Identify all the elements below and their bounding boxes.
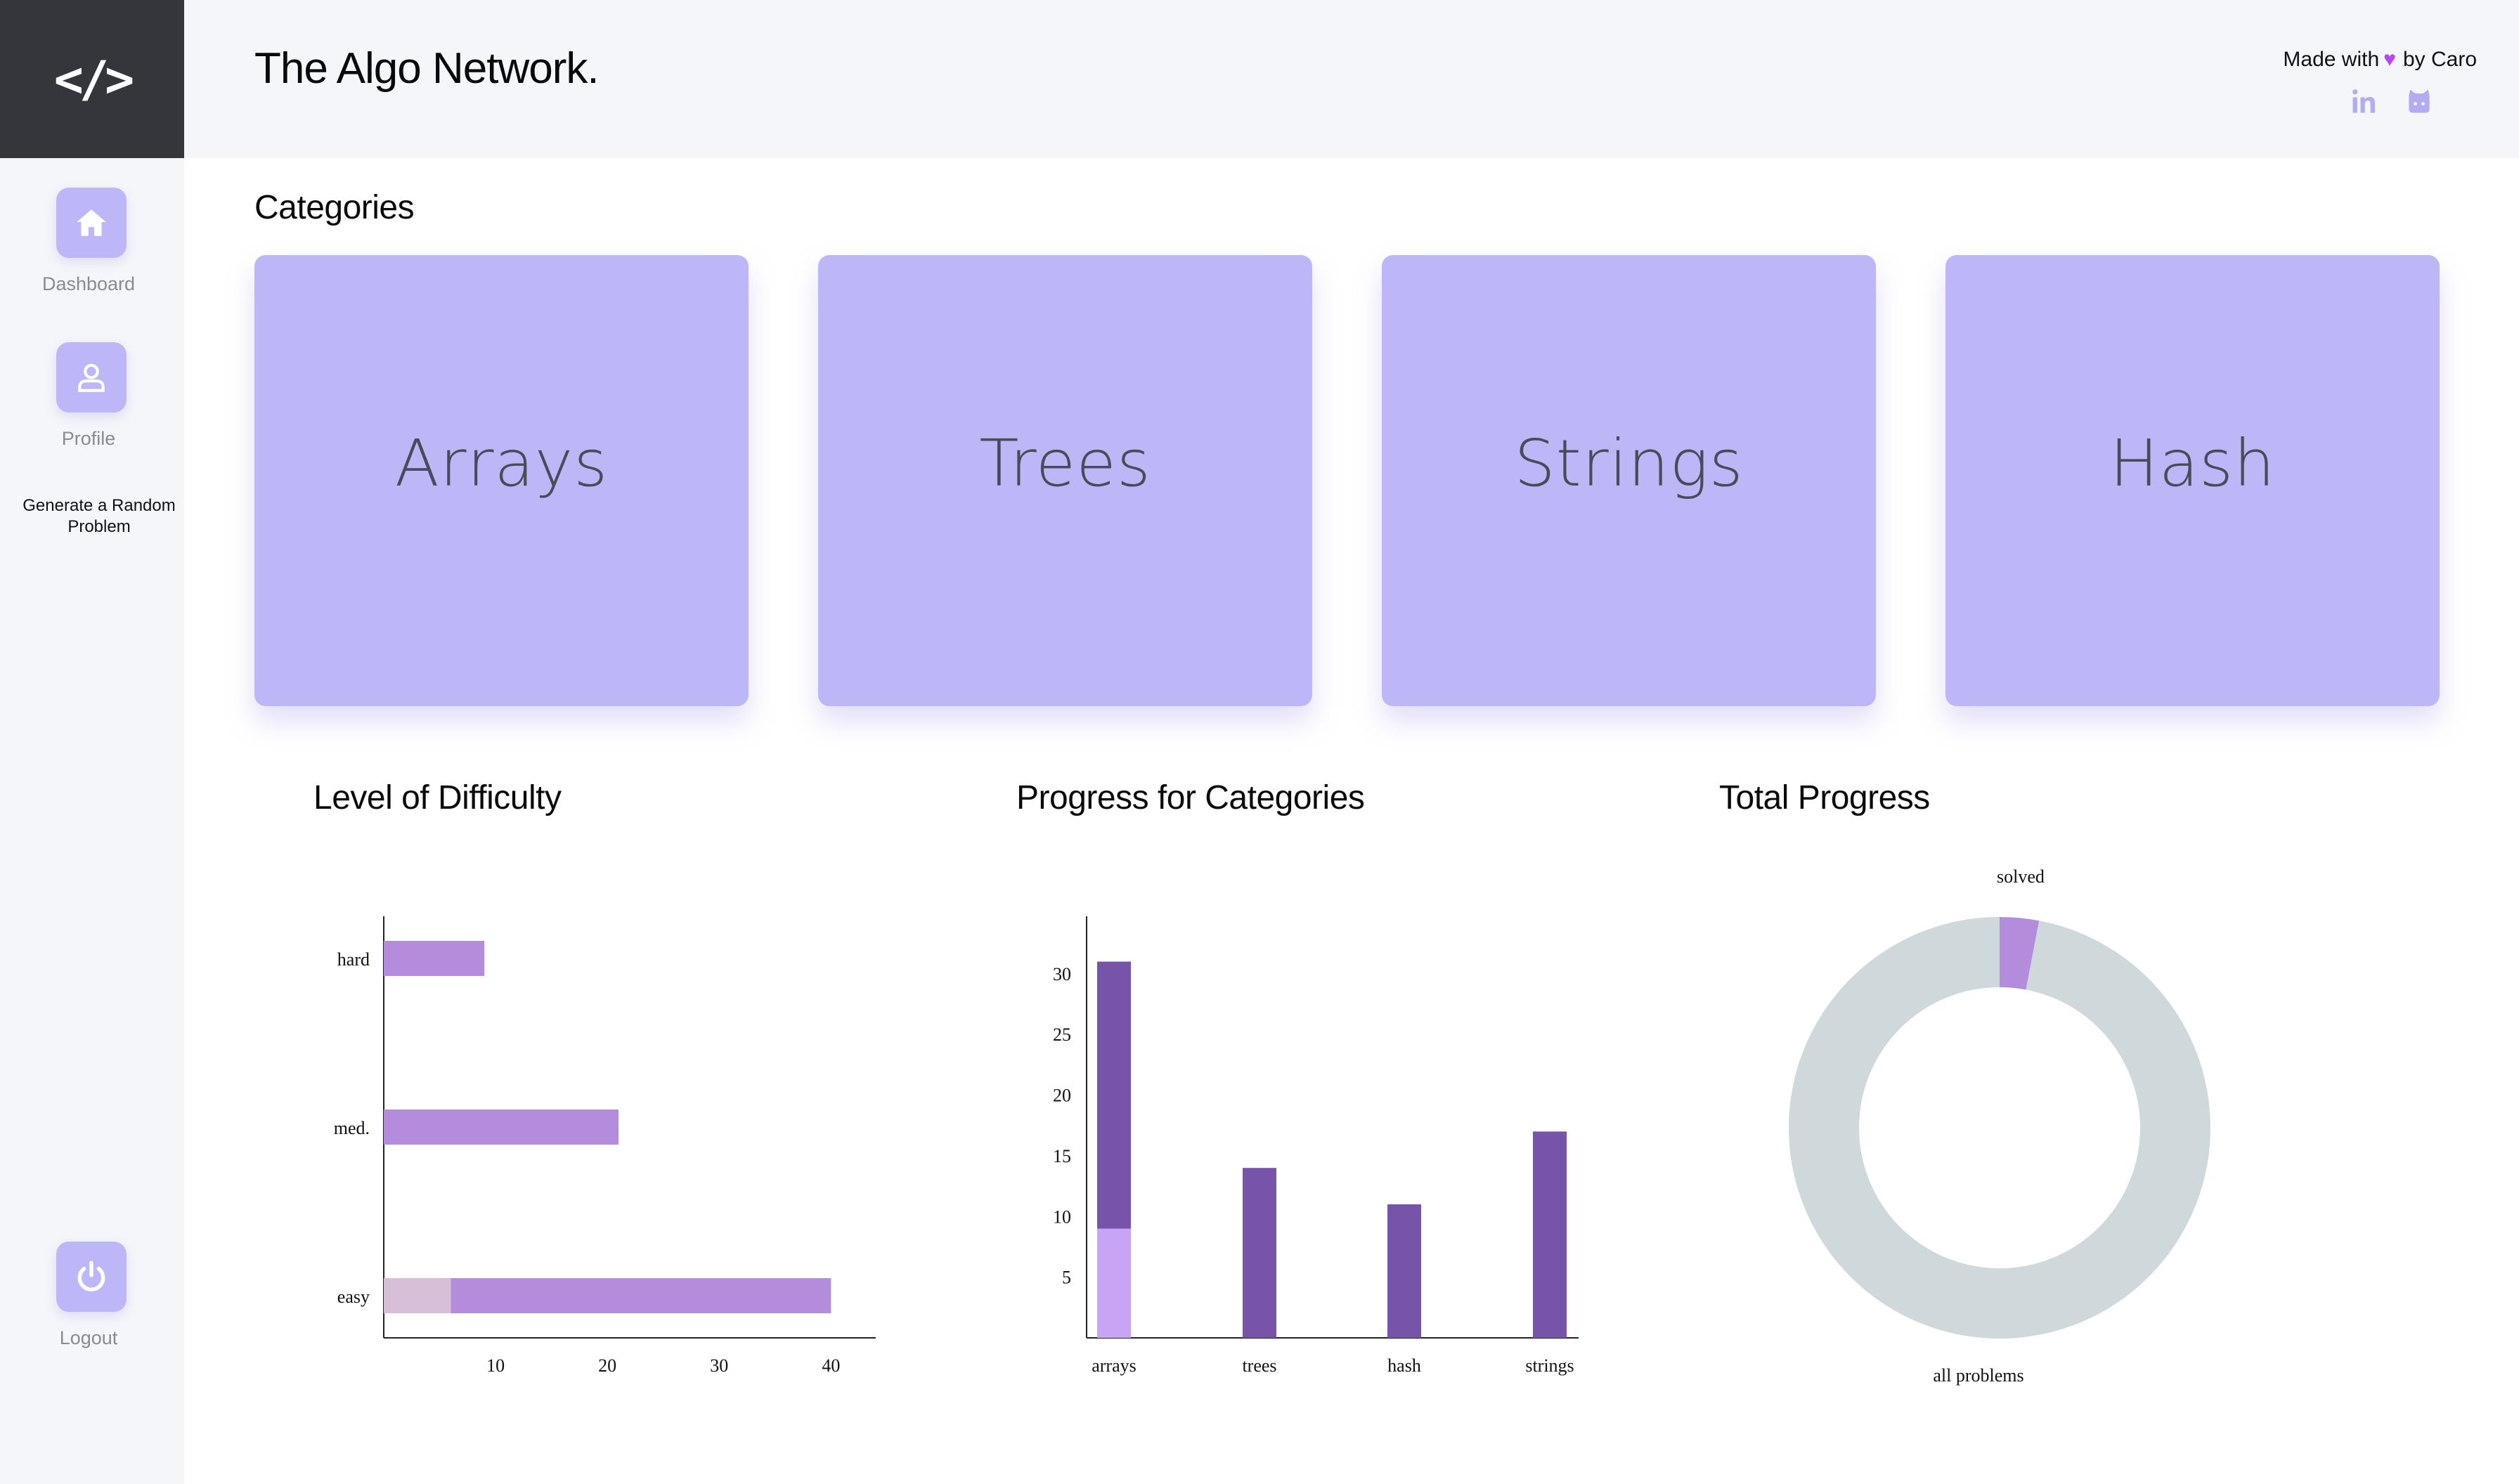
sidebar-item-dashboard[interactable]: Dashboard — [0, 188, 184, 295]
pie-slice — [1789, 917, 2210, 1339]
bar — [384, 1109, 619, 1145]
category-card-hash[interactable]: Hash — [1945, 255, 2440, 706]
y-tick-label: hard — [337, 949, 370, 970]
slice-label: solved — [1997, 866, 2045, 887]
categories-title: Categories — [254, 189, 415, 226]
top-bar: The Algo Network. Made with ♥ by Caro — [184, 0, 2519, 158]
x-tick-label: hash — [1387, 1355, 1421, 1376]
sidebar-item-label: Profile — [61, 428, 116, 449]
bar — [1533, 1131, 1567, 1338]
x-tick-label: 40 — [822, 1355, 840, 1376]
progress-chart-title: Progress for Categories — [1016, 779, 1365, 816]
generate-random-problem-link[interactable]: Generate a Random Problem — [13, 495, 186, 538]
difficulty-chart: hard med. easy 10 20 30 40 — [334, 916, 876, 1376]
x-tick-label: 20 — [598, 1355, 616, 1376]
sidebar-item-logout[interactable]: Logout — [0, 1242, 184, 1349]
sidebar-item-label: Logout — [59, 1327, 118, 1348]
category-label: Trees — [979, 425, 1151, 501]
bar — [1387, 1204, 1421, 1338]
category-label: Hash — [2109, 425, 2276, 501]
y-tick-label: 15 — [1053, 1146, 1071, 1166]
app-logo[interactable]: </> — [0, 0, 184, 158]
bar — [384, 941, 485, 976]
sidebar-item-profile[interactable]: Profile — [0, 342, 184, 450]
bar — [451, 1278, 831, 1313]
y-tick-label: 30 — [1053, 964, 1071, 984]
made-with-credit: Made with ♥ by Caro — [2283, 48, 2477, 72]
sidebar: Dashboard Profile Generate a Random Prob… — [0, 158, 184, 1484]
category-label: Strings — [1514, 425, 1744, 501]
x-tick-label: 30 — [710, 1355, 728, 1376]
x-tick-label: trees — [1242, 1355, 1276, 1376]
category-card-trees[interactable]: Trees — [818, 255, 1312, 706]
bar — [1097, 1228, 1131, 1338]
x-tick-label: strings — [1525, 1355, 1574, 1376]
power-icon — [77, 1261, 105, 1291]
bar — [1243, 1168, 1276, 1338]
category-card-strings[interactable]: Strings — [1382, 255, 1876, 706]
total-progress-chart: solved all problems — [1789, 866, 2210, 1386]
dashboard-button[interactable] — [56, 188, 127, 258]
app-title: The Algo Network. — [254, 44, 600, 93]
y-tick-label: 10 — [1053, 1206, 1071, 1227]
profile-button[interactable] — [56, 342, 127, 412]
logo-symbol: </> — [53, 50, 134, 108]
logout-button[interactable] — [56, 1242, 127, 1312]
difficulty-chart-title: Level of Difficulty — [313, 779, 562, 816]
y-tick-label: 20 — [1053, 1086, 1071, 1106]
y-tick-label: 5 — [1062, 1268, 1071, 1288]
made-with-prefix: Made with — [2283, 48, 2380, 71]
y-tick-label: 25 — [1053, 1024, 1071, 1045]
x-tick-label: 10 — [486, 1355, 505, 1376]
bar — [1097, 961, 1131, 1229]
category-label: Arrays — [394, 425, 609, 501]
total-chart-title: Total Progress — [1719, 779, 1930, 816]
slice-label: all problems — [1933, 1365, 2023, 1386]
y-tick-label: med. — [334, 1118, 370, 1138]
social-links — [2349, 86, 2435, 117]
home-icon — [77, 209, 106, 236]
heart-icon: ♥ — [2383, 48, 2396, 71]
x-tick-label: arrays — [1092, 1355, 1137, 1376]
github-icon[interactable] — [2404, 86, 2435, 117]
user-icon — [78, 363, 105, 392]
progress-chart: arrays trees hash strings 5 10 15 20 25 30 — [1053, 916, 1579, 1376]
sidebar-item-label: Dashboard — [41, 273, 136, 294]
made-with-author: by Caro — [2402, 48, 2477, 71]
linkedin-icon[interactable] — [2349, 86, 2380, 117]
y-tick-label: easy — [337, 1287, 370, 1307]
bar — [384, 1278, 451, 1313]
category-card-arrays[interactable]: Arrays — [254, 255, 749, 706]
